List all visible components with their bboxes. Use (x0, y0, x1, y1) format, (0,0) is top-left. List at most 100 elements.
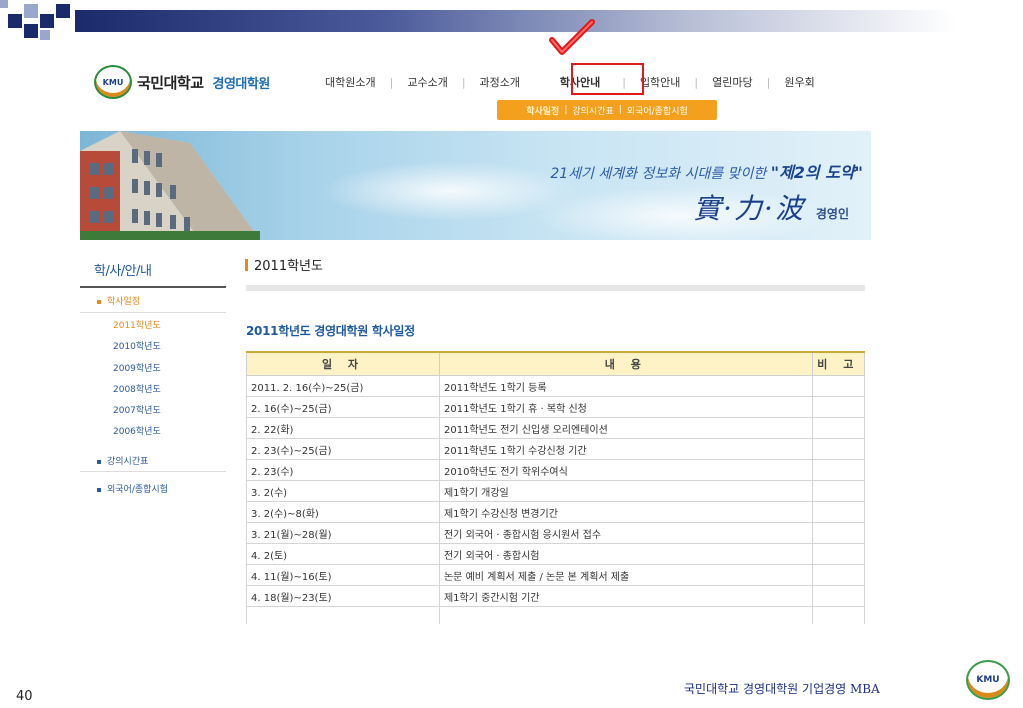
cell-content: 2010학년도 전기 학위수여식 (438, 459, 813, 481)
footer-caption: 국민대학교 경영대학원 기업경영 MBA (684, 682, 880, 696)
sidebar-item-label: 외국어/종합시험 (107, 485, 168, 495)
cell-date: 4. 2(토) (246, 543, 440, 565)
page-title: 2011학년도 (245, 255, 323, 274)
table-row: 2. 23(수)~25(금) 2011학년도 1학기 수강신청 기간 (246, 438, 866, 460)
cell-content: 제1학기 중간시험 기간 (438, 585, 813, 607)
nav-item-alumni[interactable]: 원우회 (784, 74, 814, 90)
cell-note (811, 522, 866, 544)
site-logo[interactable]: KMU 국민대학교 경영대학원 (94, 64, 270, 100)
table-row: 3. 2(수)~8(화) 제1학기 수강신청 변경기간 (246, 501, 866, 523)
subnav-divider: | (564, 105, 568, 115)
cell-date: 2. 23(수)~25(금) (246, 438, 440, 460)
sidebar-item-label: 학사일정 (107, 297, 141, 307)
cell-note (811, 459, 866, 481)
bullet-icon (97, 459, 101, 464)
page-title-text: 2011학년도 (254, 259, 323, 274)
footer-kmu-logo-icon: KMU (966, 660, 1010, 700)
sidebar-item-exam[interactable]: 외국어/종합시험 (97, 482, 168, 495)
cell-content: 2011학년도 1학기 수강신청 기간 (438, 438, 813, 460)
nav-item-programs[interactable]: 과정소개 (480, 74, 520, 90)
cell-content: 제1학기 수강신청 변경기간 (438, 501, 813, 523)
cell-content: 논문 예비 계획서 제출 / 논문 본 계획서 제출 (438, 564, 813, 586)
column-header-date: 일 자 (246, 351, 440, 376)
cell-date: 4. 11(월)~16(토) (246, 564, 440, 586)
sidebar-item-label: 강의시간표 (107, 457, 149, 467)
logo-school-name: 경영대학원 (212, 76, 271, 92)
subnav-item-schedule[interactable]: 학사일정 (526, 104, 559, 117)
sidebar-subitem-2007[interactable]: 2007학년도 (113, 403, 161, 416)
column-header-note: 비 고 (811, 351, 866, 376)
cell-note (811, 480, 866, 502)
nav-divider: | (389, 75, 394, 89)
banner-motto-suffix: 경영인 (815, 207, 849, 221)
banner-slogan-emphasis: "제2의 도약" (770, 163, 863, 182)
sidebar-subitem-2008[interactable]: 2008학년도 (113, 382, 161, 395)
checkmark-icon (549, 19, 595, 55)
subnav-item-timetable[interactable]: 강의시간표 (572, 104, 613, 117)
cell-note (811, 396, 866, 418)
cell-content: 2011학년도 1학기 휴 · 복학 신청 (438, 396, 813, 418)
campus-building-image (80, 131, 260, 240)
table-row: 2. 22(화) 2011학년도 전기 신입생 오리엔테이션 (246, 417, 866, 439)
table-row: 4. 11(월)~16(토) 논문 예비 계획서 제출 / 논문 본 계획서 제출 (246, 564, 866, 586)
sidebar-subitem-2009[interactable]: 2009학년도 (113, 361, 161, 374)
table-row: 3. 2(수) 제1학기 개강일 (246, 480, 866, 502)
nav-item-about[interactable]: 대학원소개 (325, 74, 376, 90)
table-title: 2011학년도 경영대학원 학사일정 (246, 324, 415, 338)
table-row: 4. 18(월)~23(토) 제1학기 중간시험 기간 (246, 585, 866, 607)
cell-date: 3. 2(수)~8(화) (246, 501, 440, 523)
sidebar-divider (80, 312, 226, 313)
sidebar-item-schedule[interactable]: 학사일정 (97, 294, 140, 307)
cell-date: 2. 23(수) (246, 459, 440, 481)
subnav-item-exam[interactable]: 외국어/종합시험 (627, 104, 688, 117)
nav-item-community[interactable]: 열린마당 (712, 74, 752, 90)
sidebar-subitem-2006[interactable]: 2006학년도 (113, 424, 161, 437)
cell-content: 전기 외국어 · 종합시험 응시원서 접수 (438, 522, 813, 544)
cell-date: 3. 21(월)~28(월) (246, 522, 440, 544)
slide-number: 40 (16, 689, 33, 704)
sidebar-item-timetable[interactable]: 강의시간표 (97, 454, 148, 467)
table-row: 2011. 2. 16(수)~25(금) 2011학년도 1학기 등록 (246, 375, 866, 397)
cell-date: 3. 2(수) (246, 480, 440, 502)
table-row: 3. 21(월)~28(월) 전기 외국어 · 종합시험 응시원서 접수 (246, 522, 866, 544)
sidebar-divider (80, 471, 226, 472)
cell-note (811, 375, 866, 397)
table-header-row: 일 자 내 용 비 고 (246, 351, 866, 376)
sidebar-subitem-2010[interactable]: 2010학년도 (113, 339, 161, 352)
table-row: 2. 16(수)~25(금) 2011학년도 1학기 휴 · 복학 신청 (246, 396, 866, 418)
global-nav: 대학원소개 | 교수소개 | 과정소개 | 학사안내 | 입학안내 | 열린마당… (325, 74, 815, 90)
sidebar-subitem-2011[interactable]: 2011학년도 (113, 318, 161, 331)
cell-date: 4. 18(월)~23(토) (246, 585, 440, 607)
slide-top-bar (75, 10, 955, 32)
nav-item-faculty[interactable]: 교수소개 (407, 74, 447, 90)
sidebar-title: 학/사/안/내 (94, 264, 152, 279)
bullet-icon (97, 487, 101, 492)
heading-bar-icon (245, 258, 248, 271)
cell-content: 2011학년도 1학기 등록 (438, 375, 813, 397)
sub-nav: 학사일정 | 강의시간표 | 외국어/종합시험 (497, 100, 717, 120)
cell-content: 전기 외국어 · 종합시험 (438, 543, 813, 565)
nav-item-admissions[interactable]: 입학안내 (640, 74, 680, 90)
nav-divider: | (534, 75, 538, 89)
table-row: 2. 23(수) 2010학년도 전기 학위수여식 (246, 459, 866, 481)
banner-slogan-text: 21세기 세계화 정보화 시대를 맞이한 (550, 166, 771, 182)
cell-note (811, 417, 866, 439)
logo-university-name: 국민대학교 (137, 73, 204, 92)
cell-note (811, 438, 866, 460)
bullet-icon (97, 299, 101, 304)
sidebar-title-underline (80, 286, 226, 288)
heading-divider (246, 285, 865, 291)
banner-slogan: 21세기 세계화 정보화 시대를 맞이한 "제2의 도약" (550, 159, 863, 183)
nav-divider: | (461, 75, 466, 89)
kmu-emblem-icon: KMU (94, 65, 132, 99)
slide-corner-decoration (0, 0, 80, 45)
hero-banner: 21세기 세계화 정보화 시대를 맞이한 "제2의 도약" 實·力·波 경영인 (80, 131, 871, 240)
subnav-divider: | (618, 105, 622, 115)
nav-divider: | (694, 75, 699, 89)
cell-note (811, 543, 866, 565)
nav-divider: | (766, 75, 771, 89)
schedule-table: 일 자 내 용 비 고 2011. 2. 16(수)~25(금) 2011학년도 … (246, 351, 866, 628)
cell-date: 2. 16(수)~25(금) (246, 396, 440, 418)
content-fade (240, 624, 880, 654)
cell-note (811, 501, 866, 523)
